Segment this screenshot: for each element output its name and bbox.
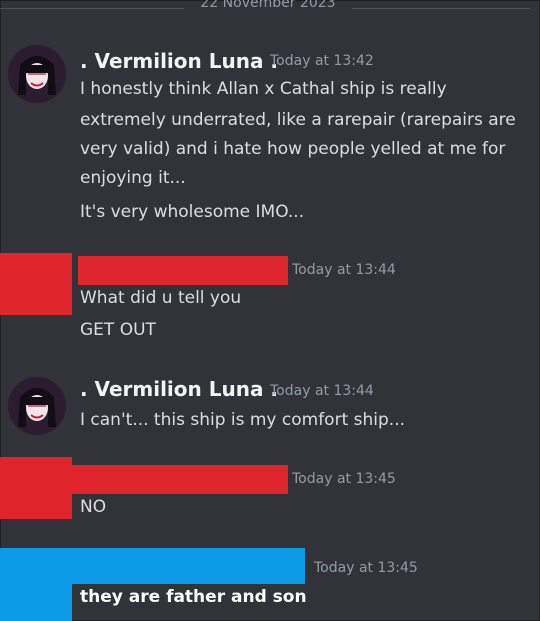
redacted-avatar [0, 548, 72, 621]
author-name[interactable]: . Vermilion Luna . [80, 49, 278, 73]
message-timestamp[interactable]: Today at 13:44 [292, 262, 396, 278]
message-line: GET OUT [80, 320, 156, 340]
redacted-avatar [0, 253, 72, 315]
redacted-author-name [78, 256, 288, 285]
redacted-author-name [72, 548, 305, 584]
message-line: they are father and son [80, 587, 307, 607]
message-timestamp[interactable]: Today at 13:45 [314, 560, 418, 576]
avatar-icon [8, 45, 66, 103]
divider-line-left [0, 8, 184, 9]
date-divider-text: 22 November 2023 [200, 0, 336, 11]
message-line: What did u tell you [80, 288, 242, 308]
message-timestamp[interactable]: Today at 13:44 [270, 383, 374, 399]
author-name[interactable]: . Vermilion Luna . [80, 377, 278, 401]
message-timestamp[interactable]: Today at 13:45 [292, 471, 396, 487]
redacted-author-name [72, 465, 288, 494]
message-line: I honestly think Allan x Cathal ship is … [80, 79, 447, 99]
message-line: It's very wholesome IMO... [80, 202, 305, 222]
message-timestamp[interactable]: Today at 13:42 [270, 53, 374, 69]
date-divider: 22 November 2023 [0, 0, 540, 16]
redacted-avatar [0, 457, 72, 519]
message-line: NO [80, 497, 107, 517]
message-line: I can't... this ship is my comfort ship.… [80, 410, 406, 430]
message-line: extremely underrated, like a rarepair (r… [80, 110, 516, 130]
avatar-icon [8, 377, 66, 435]
avatar[interactable] [8, 45, 66, 103]
divider-line-right [352, 8, 530, 9]
message-line: enjoying it... [80, 168, 186, 188]
message-line: very valid) and i hate how people yelled… [80, 139, 506, 159]
avatar[interactable] [8, 377, 66, 435]
